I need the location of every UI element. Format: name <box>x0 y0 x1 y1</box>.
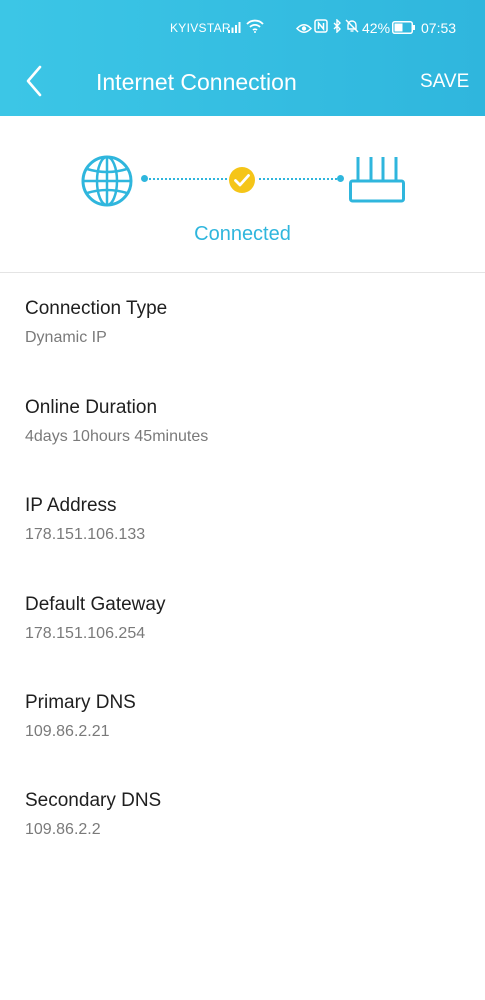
ip-address-item: IP Address 178.151.106.133 <box>25 495 145 544</box>
link-line-left <box>145 178 227 180</box>
info-label: Online Duration <box>25 397 158 418</box>
router-icon <box>349 157 405 203</box>
back-button[interactable] <box>22 64 50 98</box>
info-label: Default Gateway <box>25 594 166 615</box>
eye-icon <box>295 21 313 37</box>
info-value: 109.86.2.2 <box>25 821 101 838</box>
info-value: Dynamic IP <box>25 329 107 346</box>
save-button[interactable]: SAVE <box>420 71 469 93</box>
connection-status-panel: Connected <box>0 116 485 273</box>
page-title: Internet Connection <box>96 69 297 95</box>
battery-percent: 42% <box>362 20 391 36</box>
secondary-dns-item: Secondary DNS 109.86.2.2 <box>25 790 161 839</box>
clock: 07:53 <box>421 20 457 36</box>
info-label: IP Address <box>25 495 117 516</box>
link-line-right <box>259 178 341 180</box>
online-duration-item: Online Duration 4days 10hours 45minutes <box>25 397 208 446</box>
signal-icon <box>228 20 242 36</box>
info-value: 109.86.2.21 <box>25 723 110 740</box>
info-label: Primary DNS <box>25 692 136 713</box>
info-value: 4days 10hours 45minutes <box>25 428 209 445</box>
primary-dns-item: Primary DNS 109.86.2.21 <box>25 692 136 741</box>
info-value: 178.151.106.254 <box>25 625 146 642</box>
info-label: Connection Type <box>25 298 168 319</box>
status-bar: KYIVSTAR 42% 07:53 <box>0 0 485 46</box>
nfc-icon <box>314 19 328 36</box>
chevron-left-icon <box>26 65 42 97</box>
carrier-label: KYIVSTAR <box>170 21 231 35</box>
globe-icon <box>81 155 133 207</box>
info-value: 178.151.106.133 <box>25 526 146 543</box>
link-dot-right <box>337 175 344 182</box>
info-label: Secondary DNS <box>25 790 162 811</box>
connection-type-item: Connection Type Dynamic IP <box>25 298 167 347</box>
default-gateway-item: Default Gateway 178.151.106.254 <box>25 594 165 643</box>
muted-bell-icon <box>345 19 359 36</box>
app-header: KYIVSTAR 42% 07:53 Internet Connection S… <box>0 0 485 116</box>
check-circle-icon <box>229 167 255 193</box>
connection-status-label: Connected <box>194 223 291 245</box>
bluetooth-icon <box>333 18 342 36</box>
battery-icon <box>392 21 416 37</box>
wifi-icon <box>246 19 264 36</box>
